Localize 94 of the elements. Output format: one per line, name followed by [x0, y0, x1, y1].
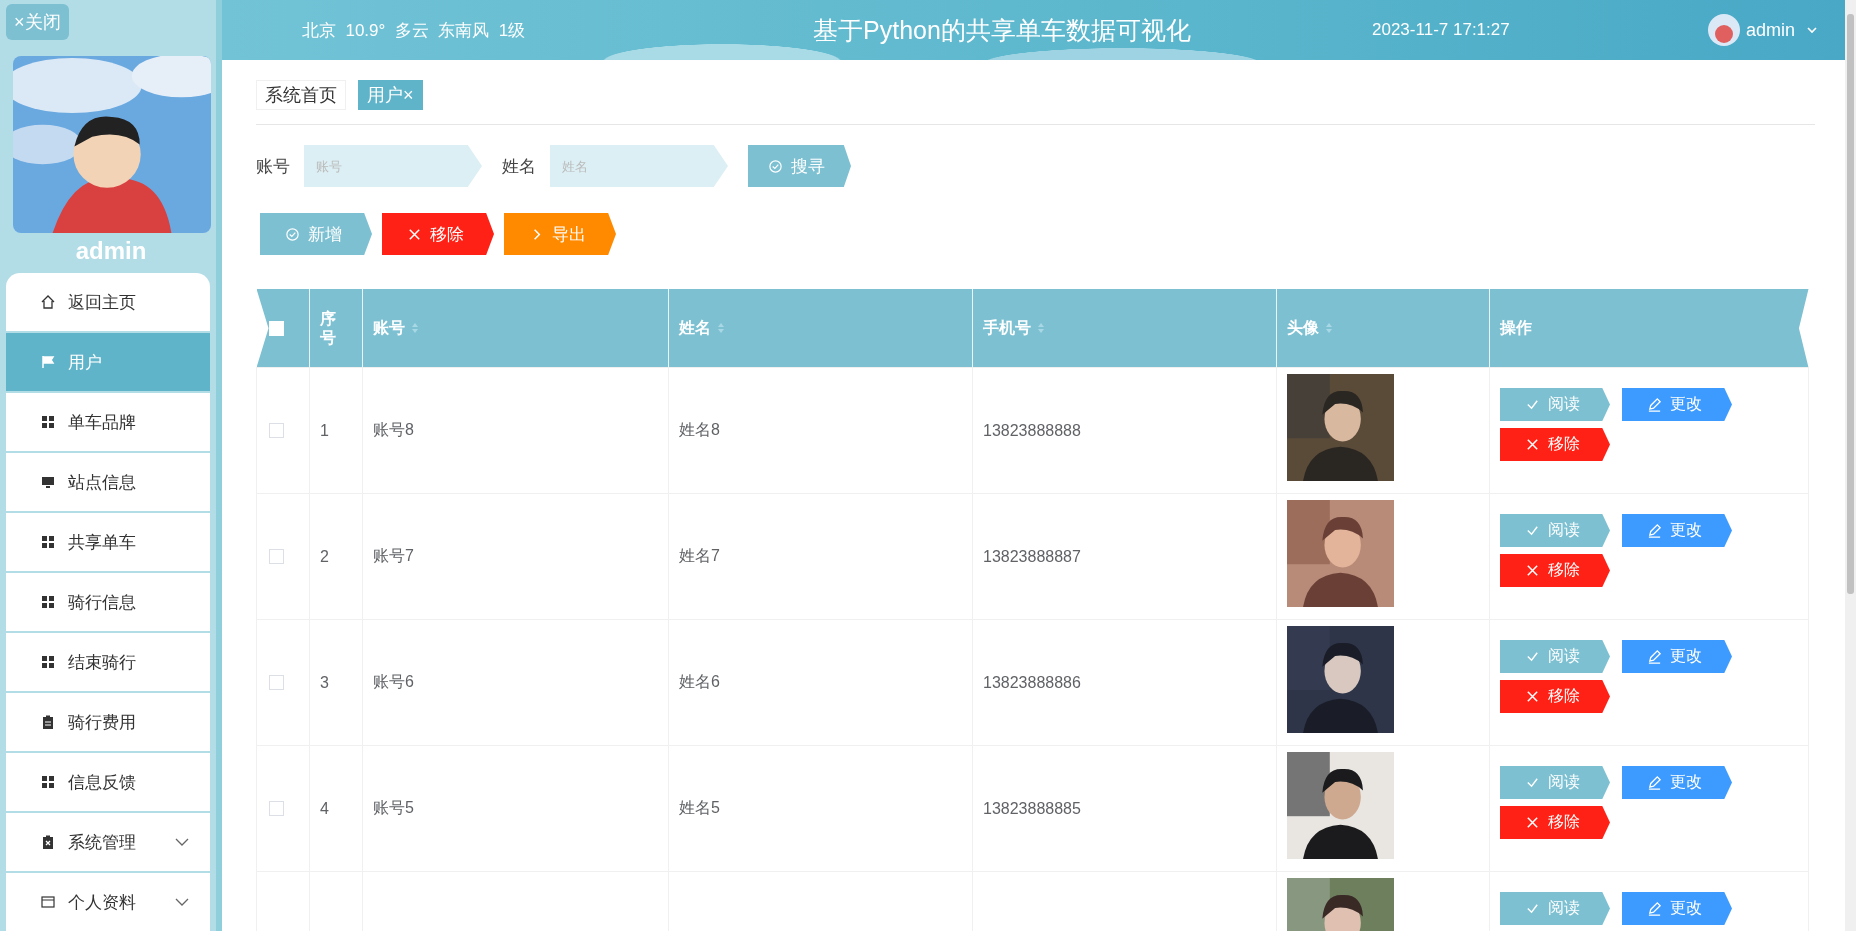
sidebar-item[interactable]: 骑行费用 — [6, 693, 210, 751]
close-icon — [1524, 815, 1540, 830]
sidebar-item[interactable]: 信息反馈 — [6, 753, 210, 811]
pencil-icon — [1646, 901, 1662, 916]
search-button[interactable]: 搜寻 — [748, 145, 851, 187]
check-circle-icon — [768, 158, 783, 174]
table-cell: 4 — [320, 799, 329, 817]
edit-button[interactable]: 更改 — [1622, 514, 1732, 547]
pencil-icon — [1646, 649, 1662, 664]
delete-button[interactable]: 移除 — [1500, 806, 1610, 839]
table-cell: 姓名7 — [679, 547, 720, 564]
sidebar-item[interactable]: 结束骑行 — [6, 633, 210, 691]
user-menu[interactable]: admin — [1739, 18, 1823, 42]
field-label: 姓名 — [502, 155, 536, 178]
table-cell: 账号8 — [373, 421, 414, 438]
table-cell: 2 — [320, 547, 329, 565]
close-icon — [1524, 563, 1540, 578]
pencil-icon — [1646, 775, 1662, 790]
sidebar-item[interactable]: 用户 — [6, 333, 210, 391]
sidebar-item[interactable]: 站点信息 — [6, 453, 210, 511]
sidebar-item[interactable]: 共享单车 — [6, 513, 210, 571]
table-cell: 1 — [320, 421, 329, 439]
column-header: 操作 — [1500, 317, 1532, 338]
view-button[interactable]: 阅读 — [1500, 640, 1610, 673]
edit-button[interactable]: 更改 — [1622, 766, 1732, 799]
column-header: 姓名 — [679, 317, 711, 338]
sort-icon[interactable] — [411, 322, 419, 334]
view-button[interactable]: 阅读 — [1500, 514, 1610, 547]
export-button[interactable]: 导出 — [504, 213, 616, 255]
field-label: 账号 — [256, 155, 290, 178]
table-cell: 账号5 — [373, 799, 414, 816]
flag-icon — [40, 354, 56, 370]
delete-button[interactable]: 移除 — [382, 213, 494, 255]
grid-icon — [40, 654, 56, 670]
table-cell: 姓名5 — [679, 799, 720, 816]
grid-icon — [40, 594, 56, 610]
add-button[interactable]: 新增 — [260, 213, 372, 255]
page-title: 基于Python的共享单车数据可视化 — [812, 14, 1192, 46]
clipboard-icon — [40, 834, 56, 850]
table-cell: 账号6 — [373, 673, 414, 690]
table-cell: 13823888888 — [983, 421, 1081, 439]
view-button[interactable]: 阅读 — [1500, 892, 1610, 925]
table-cell: 13823888886 — [983, 673, 1081, 691]
column-header: 头像 — [1287, 317, 1319, 338]
column-header: 手机号 — [983, 317, 1031, 338]
delete-button[interactable]: 移除 — [1500, 680, 1610, 713]
table-cell: 3 — [320, 673, 329, 691]
delete-button[interactable]: 移除 — [1500, 428, 1610, 461]
checkbox[interactable] — [269, 549, 284, 564]
sidebar-item[interactable]: 单车品牌 — [6, 393, 210, 451]
table-cell: 13823888885 — [983, 799, 1081, 817]
column-header: 序号 — [320, 308, 336, 348]
check-circle-icon — [284, 226, 300, 242]
tab[interactable]: 用户× — [358, 80, 423, 110]
clipboard-icon — [40, 714, 56, 730]
tab[interactable]: 系统首页 — [256, 80, 346, 110]
close-icon — [1524, 437, 1540, 452]
sort-icon[interactable] — [717, 322, 725, 334]
table-cell: 13823888887 — [983, 547, 1081, 565]
pencil-icon — [1646, 397, 1662, 412]
avatar-icon — [1707, 14, 1740, 46]
edit-button[interactable]: 更改 — [1622, 640, 1732, 673]
close-icon — [1524, 689, 1540, 704]
edit-button[interactable]: 更改 — [1622, 388, 1732, 421]
view-button[interactable]: 阅读 — [1500, 766, 1610, 799]
column-header: 账号 — [373, 317, 405, 338]
sidebar-item[interactable]: 系统管理 — [6, 813, 210, 871]
table-cell: 账号7 — [373, 547, 414, 564]
checkbox[interactable] — [269, 423, 284, 438]
close-button[interactable]: ×关闭 — [6, 4, 69, 40]
grid-icon — [40, 774, 56, 790]
sort-icon[interactable] — [1325, 322, 1333, 334]
sidebar-item[interactable]: 返回主页 — [6, 273, 210, 331]
sidebar-item[interactable]: 个人资料 — [6, 873, 210, 931]
view-button[interactable]: 阅读 — [1500, 388, 1610, 421]
sort-icon[interactable] — [1037, 322, 1045, 334]
table-cell: 姓名6 — [679, 673, 720, 690]
monitor-icon — [40, 474, 56, 490]
caret-icon — [1807, 25, 1817, 35]
datetime: 2023-11-7 17:1:27 — [1372, 20, 1511, 40]
edit-button[interactable]: 更改 — [1622, 892, 1732, 925]
table-cell: 姓名8 — [679, 421, 720, 438]
pencil-icon — [1646, 523, 1662, 538]
grid-icon — [40, 534, 56, 550]
card-icon — [40, 894, 56, 910]
close-icon — [406, 226, 422, 242]
sidebar-item[interactable]: 骑行信息 — [6, 573, 210, 631]
username: admin — [74, 237, 148, 265]
checkbox[interactable] — [269, 675, 284, 690]
checkbox[interactable] — [269, 801, 284, 816]
grid-icon — [40, 414, 56, 430]
delete-button[interactable]: 移除 — [1500, 554, 1610, 587]
home-icon — [40, 294, 56, 310]
weather-text: 北京 10.9° 多云 东南风 1级 — [302, 19, 527, 42]
